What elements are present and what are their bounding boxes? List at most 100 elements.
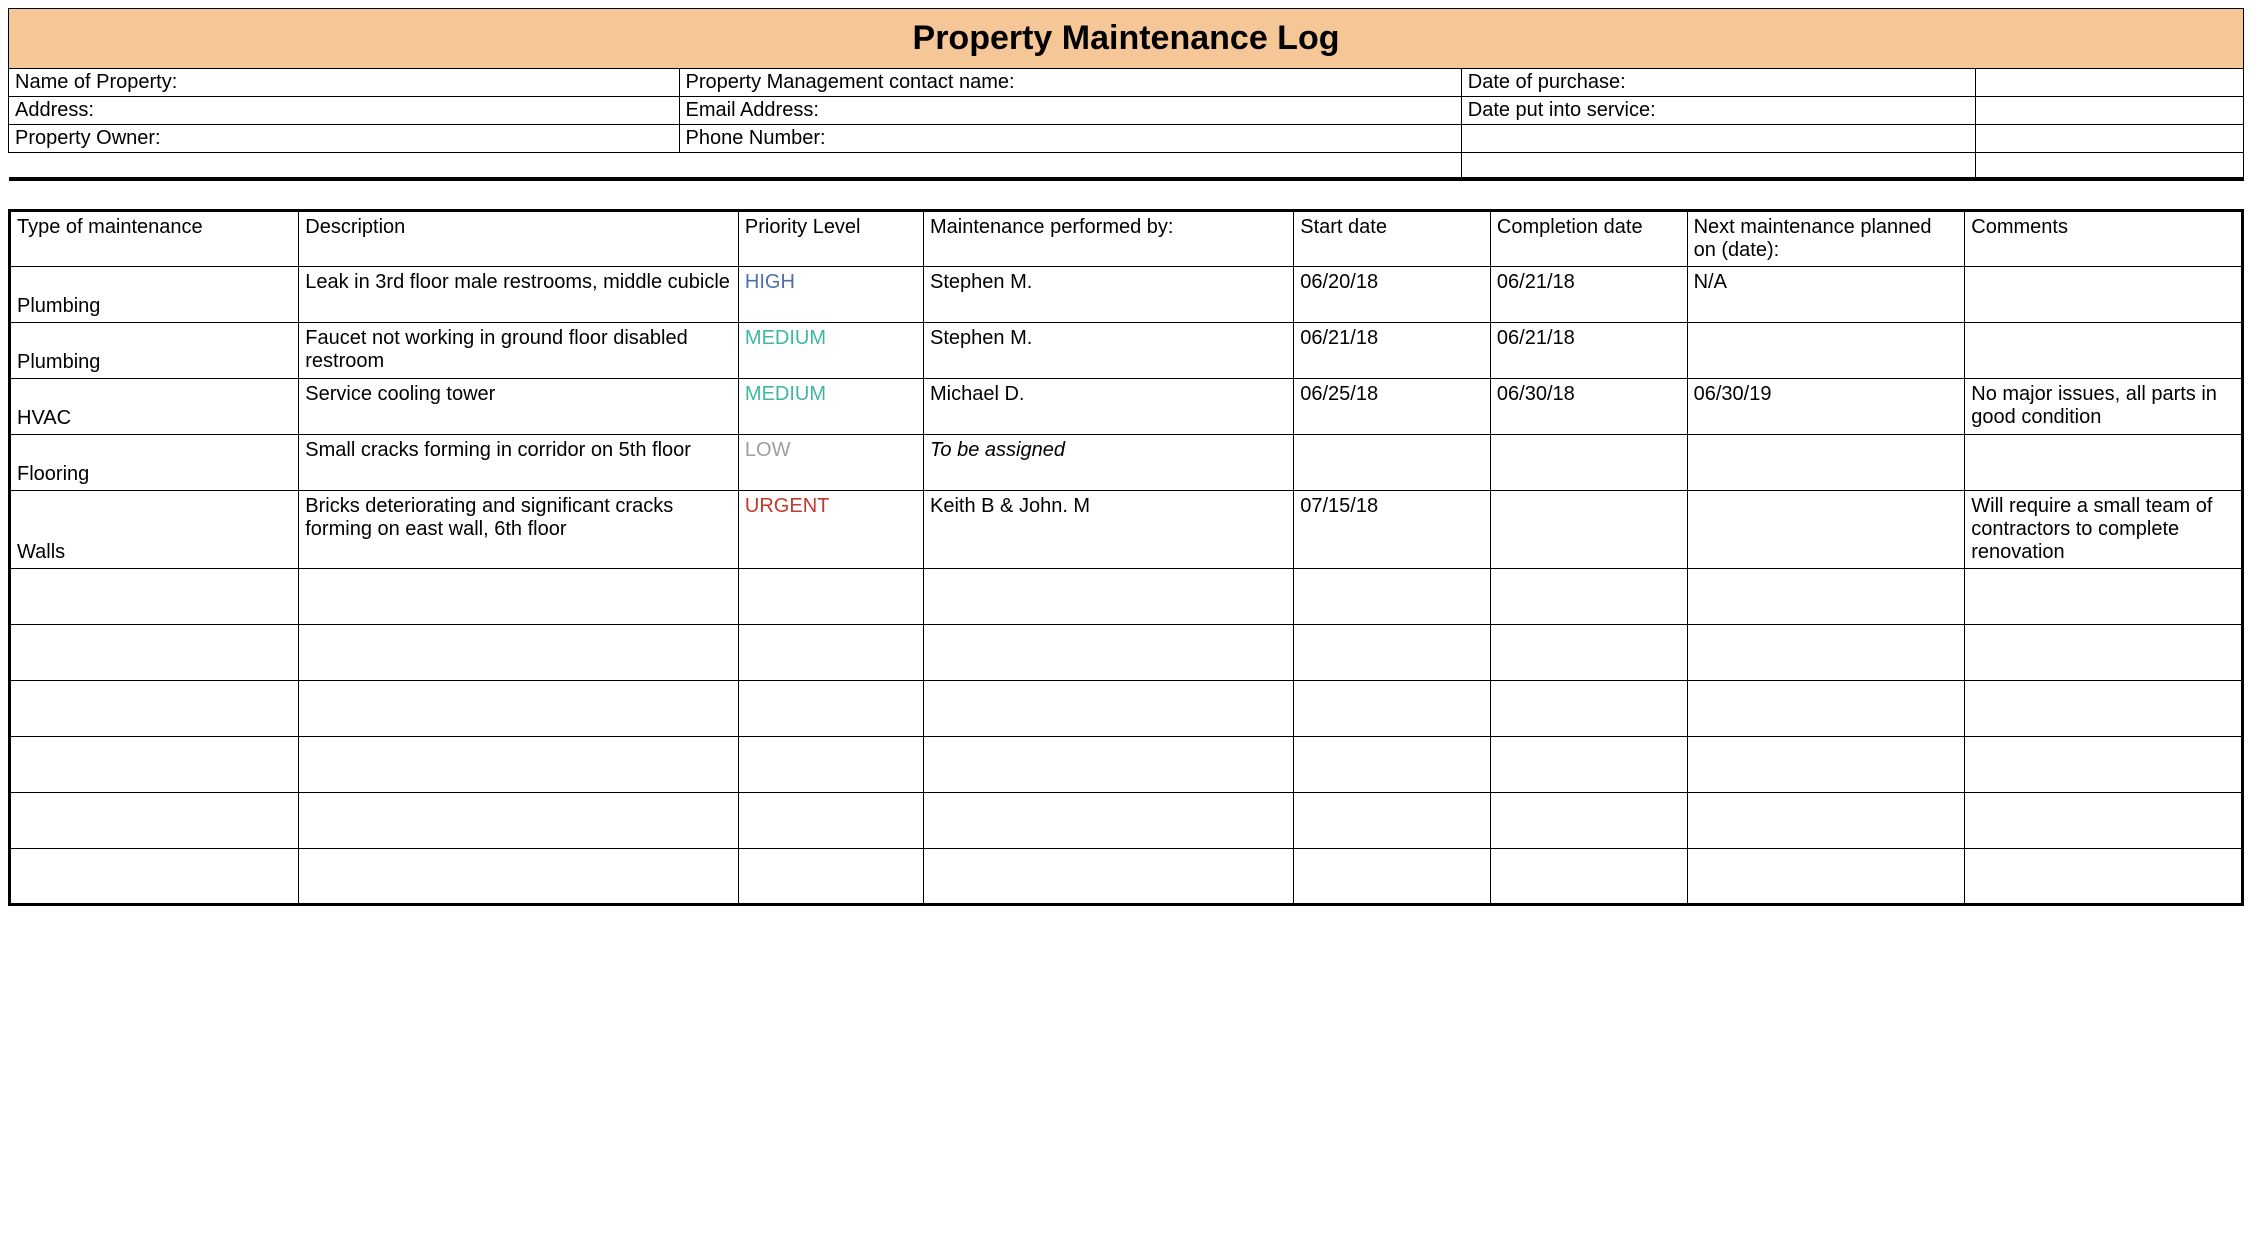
cell-performed-by[interactable] [924, 792, 1294, 848]
cell-comments[interactable]: Will require a small team of contractors… [1965, 490, 2243, 568]
cell-next-maintenance[interactable] [1687, 568, 1965, 624]
cell-start-date[interactable]: 06/20/18 [1294, 266, 1491, 322]
cell-start-date[interactable] [1294, 848, 1491, 904]
cell-type[interactable]: Walls [10, 490, 299, 568]
cell-priority[interactable] [738, 568, 923, 624]
cell-start-date[interactable] [1294, 434, 1491, 490]
cell-description[interactable]: Small cracks forming in corridor on 5th … [299, 434, 739, 490]
cell-type[interactable] [10, 792, 299, 848]
cell-comments[interactable] [1965, 434, 2243, 490]
cell-performed-by[interactable] [924, 568, 1294, 624]
cell-priority[interactable]: LOW [738, 434, 923, 490]
cell-completion-date[interactable] [1490, 624, 1687, 680]
cell-completion-date[interactable] [1490, 490, 1687, 568]
cell-next-maintenance[interactable] [1687, 736, 1965, 792]
cell-start-date[interactable] [1294, 680, 1491, 736]
cell-completion-date[interactable] [1490, 680, 1687, 736]
cell-performed-by[interactable]: Stephen M. [924, 266, 1294, 322]
cell-performed-by[interactable]: Keith B & John. M [924, 490, 1294, 568]
info-name-of-property[interactable]: Name of Property: [9, 69, 680, 97]
info-blank[interactable] [1975, 69, 2243, 97]
cell-performed-by[interactable]: Stephen M. [924, 322, 1294, 378]
cell-next-maintenance[interactable]: 06/30/19 [1687, 378, 1965, 434]
cell-description[interactable] [299, 680, 739, 736]
cell-description[interactable]: Service cooling tower [299, 378, 739, 434]
cell-next-maintenance[interactable]: N/A [1687, 266, 1965, 322]
cell-completion-date[interactable] [1490, 848, 1687, 904]
info-email[interactable]: Email Address: [679, 97, 1461, 125]
cell-completion-date[interactable]: 06/30/18 [1490, 378, 1687, 434]
info-phone[interactable]: Phone Number: [679, 125, 1461, 153]
cell-completion-date[interactable] [1490, 568, 1687, 624]
cell-type[interactable] [10, 624, 299, 680]
cell-start-date[interactable] [1294, 736, 1491, 792]
cell-next-maintenance[interactable] [1687, 490, 1965, 568]
info-date-service[interactable]: Date put into service: [1461, 97, 1975, 125]
info-owner[interactable]: Property Owner: [9, 125, 680, 153]
cell-description[interactable]: Faucet not working in ground floor disab… [299, 322, 739, 378]
cell-next-maintenance[interactable] [1687, 680, 1965, 736]
cell-performed-by[interactable] [924, 680, 1294, 736]
cell-comments[interactable] [1965, 848, 2243, 904]
info-pm-contact-name[interactable]: Property Management contact name: [679, 69, 1461, 97]
cell-start-date[interactable] [1294, 568, 1491, 624]
cell-comments[interactable] [1965, 680, 2243, 736]
info-blank[interactable] [1461, 125, 1975, 153]
cell-next-maintenance[interactable] [1687, 322, 1965, 378]
cell-type[interactable] [10, 568, 299, 624]
cell-next-maintenance[interactable] [1687, 848, 1965, 904]
cell-priority[interactable] [738, 624, 923, 680]
cell-completion-date[interactable]: 06/21/18 [1490, 322, 1687, 378]
cell-type[interactable] [10, 848, 299, 904]
cell-priority[interactable]: MEDIUM [738, 378, 923, 434]
cell-priority[interactable] [738, 848, 923, 904]
cell-priority[interactable]: URGENT [738, 490, 923, 568]
cell-performed-by[interactable] [924, 848, 1294, 904]
cell-comments[interactable] [1965, 736, 2243, 792]
cell-type[interactable] [10, 736, 299, 792]
cell-completion-date[interactable] [1490, 434, 1687, 490]
info-blank[interactable] [1975, 125, 2243, 153]
cell-start-date[interactable]: 07/15/18 [1294, 490, 1491, 568]
cell-description[interactable] [299, 568, 739, 624]
cell-start-date[interactable] [1294, 624, 1491, 680]
cell-description[interactable] [299, 848, 739, 904]
info-blank[interactable] [1975, 153, 2243, 179]
cell-priority[interactable]: MEDIUM [738, 322, 923, 378]
info-blank[interactable] [1975, 97, 2243, 125]
cell-start-date[interactable]: 06/25/18 [1294, 378, 1491, 434]
cell-comments[interactable] [1965, 792, 2243, 848]
cell-type[interactable]: Plumbing [10, 322, 299, 378]
cell-completion-date[interactable]: 06/21/18 [1490, 266, 1687, 322]
cell-completion-date[interactable] [1490, 792, 1687, 848]
cell-start-date[interactable] [1294, 792, 1491, 848]
cell-comments[interactable] [1965, 266, 2243, 322]
cell-completion-date[interactable] [1490, 736, 1687, 792]
cell-priority[interactable] [738, 680, 923, 736]
cell-comments[interactable] [1965, 624, 2243, 680]
cell-type[interactable]: HVAC [10, 378, 299, 434]
cell-description[interactable] [299, 792, 739, 848]
cell-type[interactable]: Flooring [10, 434, 299, 490]
cell-description[interactable]: Leak in 3rd floor male restrooms, middle… [299, 266, 739, 322]
cell-priority[interactable] [738, 792, 923, 848]
cell-comments[interactable] [1965, 568, 2243, 624]
cell-performed-by[interactable]: To be assigned [924, 434, 1294, 490]
cell-priority[interactable] [738, 736, 923, 792]
cell-type[interactable]: Plumbing [10, 266, 299, 322]
cell-comments[interactable]: No major issues, all parts in good condi… [1965, 378, 2243, 434]
cell-start-date[interactable]: 06/21/18 [1294, 322, 1491, 378]
cell-description[interactable]: Bricks deteriorating and significant cra… [299, 490, 739, 568]
cell-performed-by[interactable] [924, 736, 1294, 792]
cell-comments[interactable] [1965, 322, 2243, 378]
cell-description[interactable] [299, 624, 739, 680]
cell-performed-by[interactable]: Michael D. [924, 378, 1294, 434]
cell-next-maintenance[interactable] [1687, 624, 1965, 680]
info-date-of-purchase[interactable]: Date of purchase: [1461, 69, 1975, 97]
cell-type[interactable] [10, 680, 299, 736]
info-address[interactable]: Address: [9, 97, 680, 125]
cell-next-maintenance[interactable] [1687, 434, 1965, 490]
cell-description[interactable] [299, 736, 739, 792]
info-blank[interactable] [1461, 153, 1975, 179]
cell-priority[interactable]: HIGH [738, 266, 923, 322]
